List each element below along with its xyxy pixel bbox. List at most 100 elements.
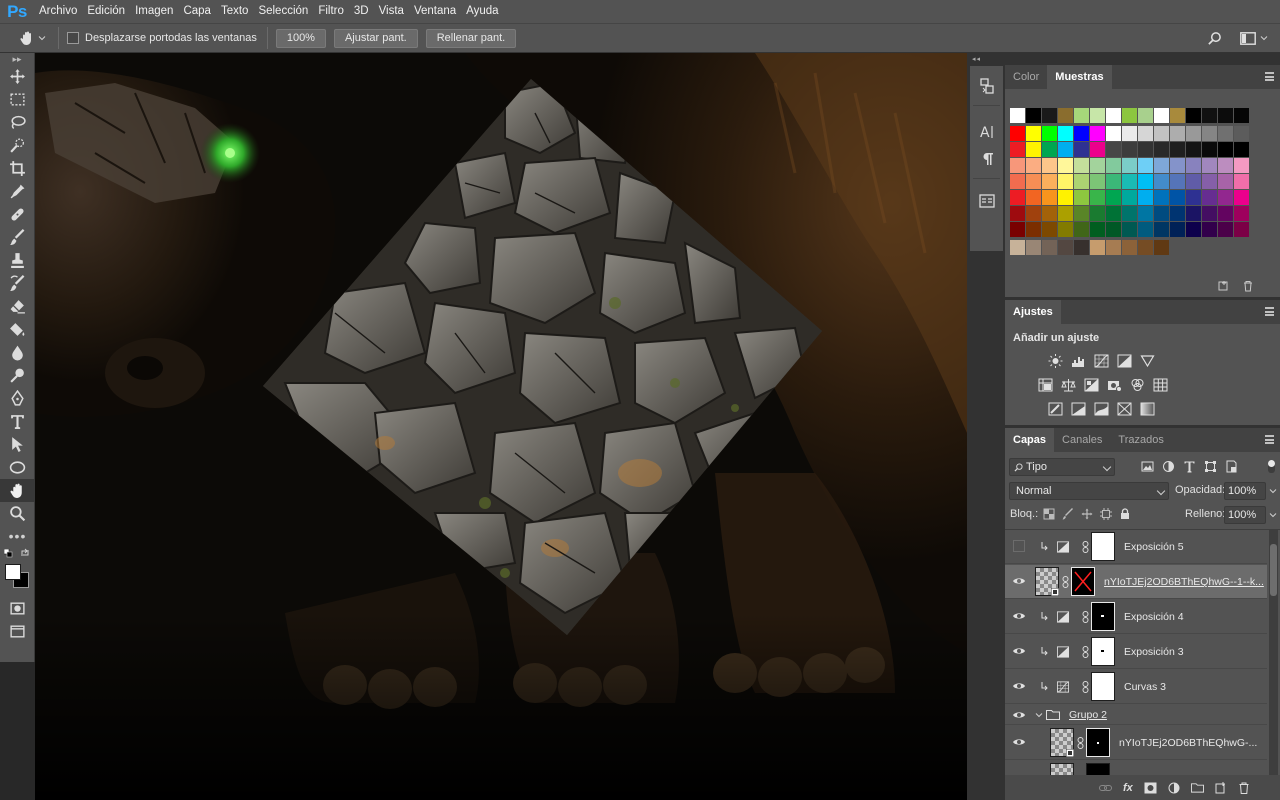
swatch[interactable] [1106,174,1122,190]
swatch[interactable] [1026,240,1042,256]
lock-pixels-icon[interactable] [1062,508,1074,520]
color-balance-adjustment-button[interactable] [1058,376,1079,393]
swatch[interactable] [1090,174,1106,190]
paint-bucket-tool[interactable] [0,318,35,341]
swatch[interactable] [1010,142,1026,158]
levels-adjustment-button[interactable] [1068,352,1089,369]
swatch[interactable] [1010,174,1026,190]
swatch[interactable] [1138,190,1154,206]
lock-artboard-icon[interactable] [1100,508,1112,520]
link-icon[interactable] [1062,576,1069,588]
menu-seleccion[interactable]: Selección [253,0,313,23]
swatch[interactable] [1106,190,1122,206]
eye-icon[interactable] [1012,610,1026,622]
link-icon[interactable] [1082,646,1089,658]
stamp-tool[interactable] [0,249,35,272]
swatch[interactable] [1042,142,1058,158]
gradient-map-adjustment-button[interactable] [1137,400,1158,417]
swatch[interactable] [1010,126,1026,142]
swatch[interactable] [1202,190,1218,206]
character-panel-button[interactable]: A [970,118,1003,145]
crop-tool[interactable] [0,157,35,180]
tab-trazados[interactable]: Trazados [1110,428,1171,452]
layer-thumbnail[interactable] [1050,763,1074,775]
swatch[interactable] [1090,108,1106,124]
swatch[interactable] [1106,222,1122,238]
quick-select-tool[interactable] [0,134,35,157]
swatch[interactable] [1138,240,1154,256]
menu-capa[interactable]: Capa [178,0,216,23]
swatch[interactable] [1202,126,1218,142]
swatch[interactable] [1090,222,1106,238]
swatch[interactable] [1042,206,1058,222]
swatch[interactable] [1074,158,1090,174]
swatch[interactable] [1058,108,1074,124]
link-icon[interactable] [1082,611,1089,623]
swatch[interactable] [1122,222,1138,238]
panel-menu-icon[interactable] [1265,435,1274,444]
swatch[interactable] [1202,222,1218,238]
lasso-tool[interactable] [0,111,35,134]
layer-name[interactable]: Curvas 3 [1124,670,1166,704]
layers-scrollbar[interactable] [1269,530,1278,776]
swatch[interactable] [1138,174,1154,190]
link-icon[interactable] [1082,681,1089,693]
swatch[interactable] [1026,158,1042,174]
swatch[interactable] [1234,108,1250,124]
swatch[interactable] [1218,126,1234,142]
lock-all-icon[interactable] [1119,508,1131,520]
layer-mask-thumbnail[interactable] [1091,602,1115,631]
swatch[interactable] [1170,174,1186,190]
add-mask-icon[interactable] [1144,782,1157,794]
swatch[interactable] [1010,158,1026,174]
opacity-input[interactable]: 100% [1224,482,1266,500]
swatch[interactable] [1170,206,1186,222]
swatch[interactable] [1202,174,1218,190]
layer-name[interactable]: Exposición 4 [1124,600,1184,634]
swatch[interactable] [1042,240,1058,256]
trash-icon[interactable] [1242,280,1254,292]
default-colors-icon[interactable] [4,549,13,558]
layer-mask-thumbnail[interactable] [1071,567,1095,596]
search-icon[interactable] [1207,31,1222,46]
layer-mask-thumbnail[interactable] [1086,763,1110,775]
invert-adjustment-button[interactable] [1045,400,1066,417]
tab-canales[interactable]: Canales [1054,428,1110,452]
swatch[interactable] [1234,158,1250,174]
eye-icon[interactable] [1012,709,1026,721]
swatch[interactable] [1010,206,1026,222]
chevron-down-icon[interactable] [1269,511,1277,519]
menu-texto[interactable]: Texto [216,0,254,23]
panel-menu-icon[interactable] [1265,72,1274,81]
link-icon[interactable] [1077,737,1084,749]
brightness-adjustment-button[interactable] [1045,352,1066,369]
eye-icon[interactable] [1012,736,1026,748]
exposure-adjustment-button[interactable] [1114,352,1135,369]
swatch[interactable] [1026,206,1042,222]
blur-tool[interactable] [0,341,35,364]
scroll-all-checkbox[interactable] [67,32,79,44]
shape-filter-icon[interactable] [1204,460,1217,473]
new-layer-icon[interactable] [1215,781,1227,794]
swatch[interactable] [1074,126,1090,142]
ellipse-tool[interactable] [0,456,35,479]
layer-group-row[interactable]: Grupo 2 [1005,705,1267,725]
path-select-tool[interactable] [0,433,35,456]
swatch[interactable] [1010,240,1026,256]
healing-tool[interactable] [0,203,35,226]
swatch[interactable] [1058,126,1074,142]
threshold-adjustment-button[interactable] [1091,400,1112,417]
trash-icon[interactable] [1238,782,1250,794]
type-filter-icon[interactable] [1183,460,1196,473]
swatch[interactable] [1170,158,1186,174]
blend-mode-dropdown[interactable]: Normal [1009,482,1169,500]
swatch[interactable] [1026,126,1042,142]
layer-row[interactable]: Curvas 3 [1005,670,1267,704]
scrollbar-thumb[interactable] [1270,544,1277,596]
visibility-toggle[interactable] [1013,540,1025,552]
swatch[interactable] [1234,190,1250,206]
swatch[interactable] [1202,108,1218,124]
swatch[interactable] [1138,206,1154,222]
swatch[interactable] [1186,158,1202,174]
fx-icon[interactable]: fx [1123,782,1133,794]
